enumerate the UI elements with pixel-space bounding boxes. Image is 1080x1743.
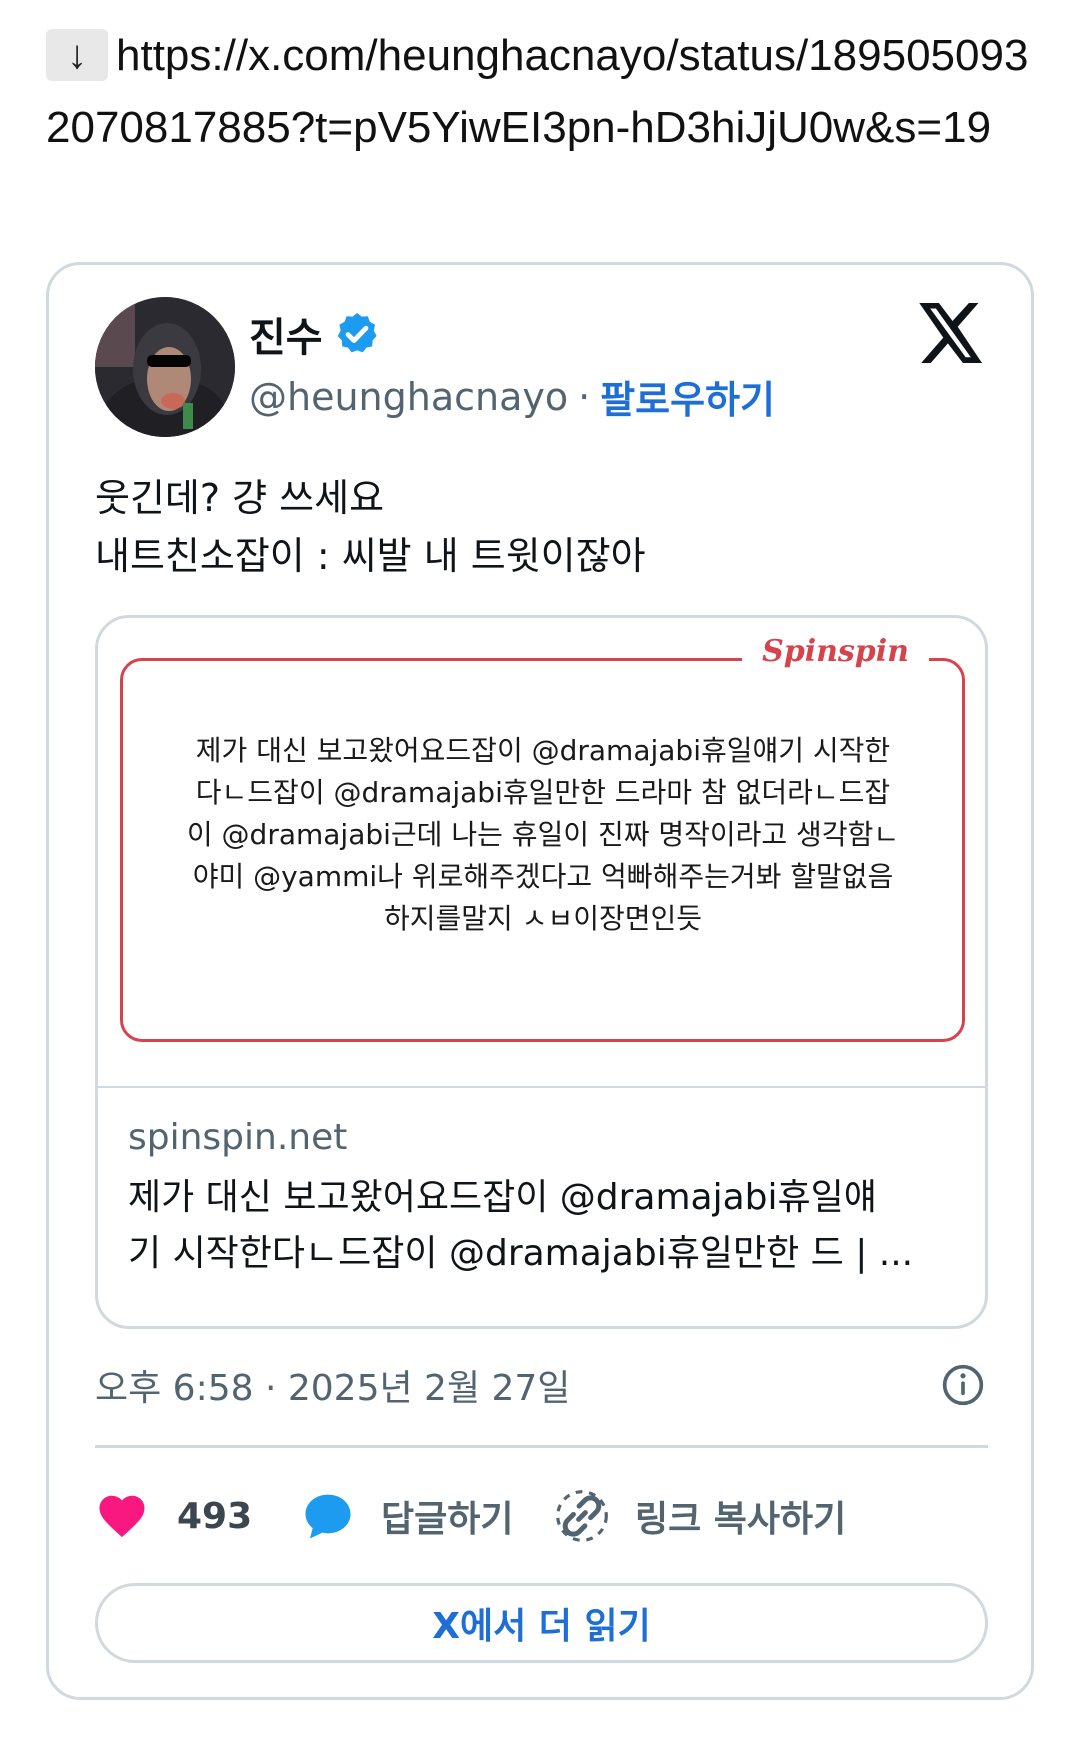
copy-link-button[interactable]: 링크 복사하기 bbox=[555, 1471, 846, 1561]
shared-url[interactable]: ↓ https://x.com/heunghacnayo/status/18950… bbox=[46, 20, 1046, 164]
speech-bubble-icon bbox=[305, 1494, 351, 1539]
avatar[interactable] bbox=[95, 297, 235, 437]
link-preview-card[interactable]: Spinspin 제가 대신 보고왔어요드잡이 @dramajabi휴일얘기 시… bbox=[95, 615, 988, 1329]
link-preview-info: spinspin.net 제가 대신 보고왔어요드잡이 @dramajabi휴일… bbox=[128, 1112, 968, 1282]
handle-row: @heunghacnayo · 팔로우하기 bbox=[249, 369, 775, 424]
preview-text-line: 야미 @yammi나 위로해주겠다고 억빠해주는거봐 할말없음 bbox=[192, 860, 894, 893]
tweet-text-line: 웃긴데? 걍 쓰세요 bbox=[95, 476, 385, 520]
author-handle[interactable]: @heunghacnayo bbox=[249, 375, 568, 419]
author-name-row: 진수 bbox=[249, 305, 381, 363]
link-domain: spinspin.net bbox=[128, 1117, 348, 1158]
url-text[interactable]: https://x.com/heunghacnayo/status/189505… bbox=[46, 31, 1028, 152]
avatar-image bbox=[95, 297, 235, 437]
reply-label: 답글하기 bbox=[381, 1499, 514, 1540]
tweet-text-line: 내트친소잡이 : 씨발 내 트윗이잖아 bbox=[95, 534, 646, 578]
read-more-on-x-button[interactable]: X에서 더 읽기 bbox=[95, 1583, 988, 1663]
action-bar: 493 답글하기 링크 복사하기 bbox=[95, 1471, 988, 1561]
preview-text-line: 제가 대신 보고왔어요드잡이 @dramajabi휴일얘기 시작한 bbox=[195, 734, 891, 767]
tweet-embed-card[interactable]: 진수 @heunghacnayo · 팔로우하기 웃긴데? 걍 쓰세요 내트친소… bbox=[46, 262, 1034, 1700]
link-title-line: 기 시작한다ㄴ드잡이 @dramajabi휴일만한 드 | ... bbox=[128, 1233, 914, 1274]
copy-link-label: 링크 복사하기 bbox=[635, 1499, 847, 1540]
author-name[interactable]: 진수 bbox=[249, 305, 323, 363]
link-icon bbox=[556, 1490, 608, 1542]
link-title-line: 제가 대신 보고왔어요드잡이 @dramajabi휴일얘 bbox=[128, 1177, 877, 1218]
preview-image-text: 제가 대신 보고왔어요드잡이 @dramajabi휴일얘기 시작한 다ㄴ드잡이 … bbox=[138, 730, 948, 940]
link-preview-image: Spinspin 제가 대신 보고왔어요드잡이 @dramajabi휴일얘기 시… bbox=[98, 618, 985, 1088]
link-title: 제가 대신 보고왔어요드잡이 @dramajabi휴일얘 기 시작한다ㄴ드잡이 … bbox=[128, 1170, 968, 1282]
reply-button[interactable]: 답글하기 bbox=[301, 1471, 513, 1561]
x-logo-icon[interactable] bbox=[919, 303, 985, 363]
like-count: 493 bbox=[177, 1495, 253, 1537]
divider bbox=[95, 1445, 988, 1448]
preview-text-line: 하지를말지 ㅅㅂ이장면인듯 bbox=[383, 902, 703, 935]
separator-dot: · bbox=[578, 374, 591, 419]
heart-icon bbox=[99, 1495, 145, 1538]
download-arrow-icon: ↓ bbox=[46, 29, 108, 81]
follow-button[interactable]: 팔로우하기 bbox=[600, 369, 775, 424]
preview-text-line: 다ㄴ드잡이 @dramajabi휴일만한 드라마 참 없더라ㄴ드잡 bbox=[195, 776, 891, 809]
spinspin-logo: Spinspin bbox=[742, 634, 929, 669]
tweet-text: 웃긴데? 걍 쓰세요 내트친소잡이 : 씨발 내 트윗이잖아 bbox=[95, 469, 646, 585]
preview-text-line: 이 @dramajabi근데 나는 휴일이 진짜 명작이라고 생각함ㄴ bbox=[186, 818, 900, 851]
verified-badge-icon bbox=[337, 313, 377, 353]
like-button[interactable]: 493 bbox=[95, 1471, 252, 1561]
info-icon[interactable] bbox=[941, 1363, 985, 1407]
tweet-timestamp[interactable]: 오후 6:58 · 2025년 2월 27일 bbox=[95, 1359, 570, 1411]
